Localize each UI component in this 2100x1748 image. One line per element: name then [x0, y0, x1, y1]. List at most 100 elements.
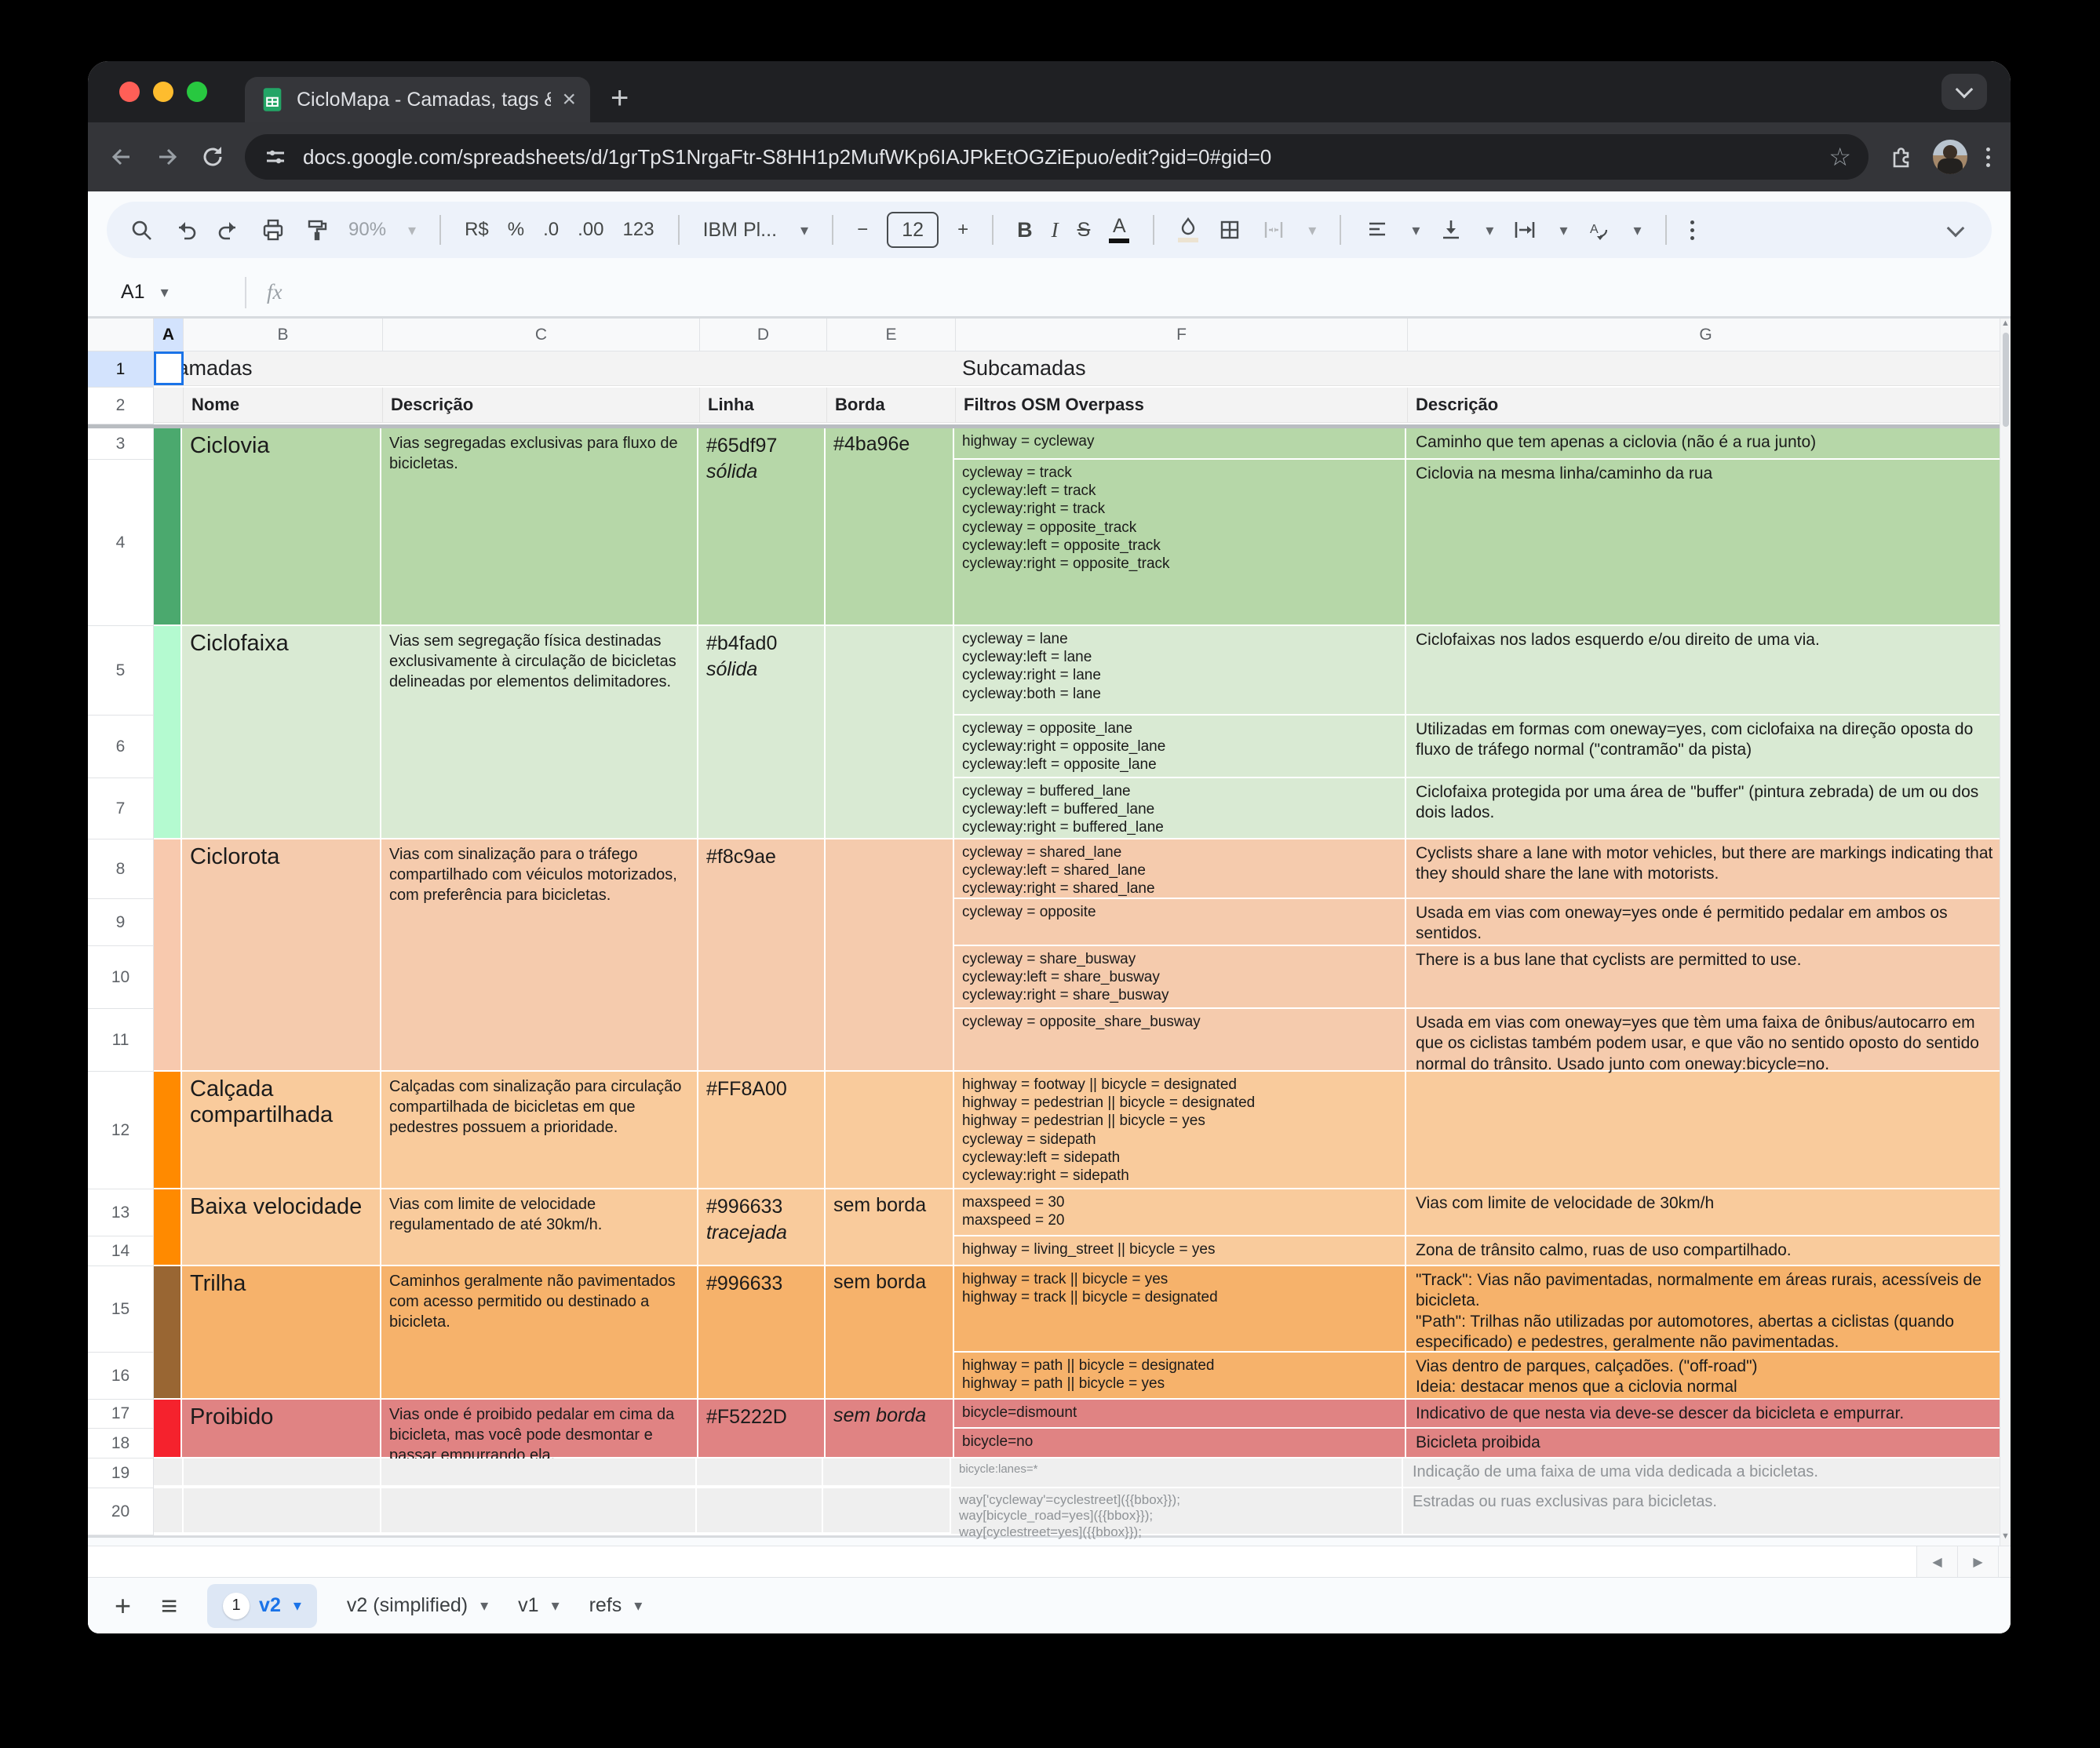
layer-description[interactable]: Caminhos geralmente não pavimentados com…	[381, 1266, 698, 1398]
tab-search-button[interactable]	[1941, 74, 1987, 110]
format-percent-button[interactable]: %	[508, 219, 524, 241]
column-stripe[interactable]	[154, 1400, 182, 1457]
redo-icon[interactable]	[217, 217, 242, 242]
sublayer-description-cell[interactable]: Usada em vias com oneway=yes onde é perm…	[1406, 899, 2000, 945]
sheet-tab-label[interactable]: refs	[589, 1594, 622, 1617]
row-number[interactable]: 9	[88, 899, 154, 946]
line-color-cell[interactable]: #996633tracejada	[698, 1189, 826, 1265]
row-number[interactable]: 10	[88, 946, 154, 1009]
row-number[interactable]: 6	[88, 716, 154, 778]
row-number[interactable]: 12	[88, 1072, 154, 1189]
row-number[interactable]: 18	[88, 1429, 154, 1458]
border-color-cell[interactable]: #4ba96e	[826, 428, 954, 625]
header-cell[interactable]	[154, 388, 184, 423]
column-header-F[interactable]: F	[956, 319, 1408, 351]
bookmark-star-icon[interactable]: ☆	[1828, 142, 1851, 172]
sublayer-description-cell[interactable]: Vias com limite de velocidade de 30km/h	[1406, 1189, 2000, 1235]
row-number[interactable]: 17	[88, 1400, 154, 1429]
sheet-tab-v1[interactable]: v1▾	[518, 1594, 559, 1617]
layer-description[interactable]: Vias sem segregação física destinadas ex…	[381, 626, 698, 838]
column-stripe[interactable]	[154, 626, 182, 838]
increase-decimal-button[interactable]: .00	[578, 219, 603, 241]
print-icon[interactable]	[261, 217, 286, 242]
line-color-cell[interactable]: #b4fad0sólida	[698, 626, 826, 838]
osm-filter-cell[interactable]: cycleway = opposite	[954, 899, 1406, 945]
layer-name[interactable]: Calçada compartilhada	[182, 1072, 381, 1188]
header-cell[interactable]: Filtros OSM Overpass	[956, 388, 1408, 423]
row-number[interactable]: 8	[88, 839, 154, 899]
header-cell[interactable]: Linha	[700, 388, 827, 423]
column-stripe[interactable]	[154, 839, 182, 1070]
undo-icon[interactable]	[173, 217, 198, 242]
back-icon[interactable]	[108, 144, 135, 170]
sublayer-description-cell[interactable]: Estradas ou ruas exclusivas para bicicle…	[1403, 1488, 2000, 1535]
minimize-window-button[interactable]	[153, 82, 173, 102]
row-number[interactable]: 7	[88, 778, 154, 839]
osm-filter-cell[interactable]: highway = living_street || bicycle = yes	[954, 1236, 1406, 1266]
empty-cell[interactable]	[823, 1458, 951, 1487]
decrease-decimal-button[interactable]: .0	[543, 219, 559, 241]
osm-filter-cell[interactable]: cycleway = opposite_lane cycleway:right …	[954, 716, 1406, 777]
sublayer-description-cell[interactable]: Indicação de uma faixa de uma vida dedic…	[1403, 1458, 2000, 1488]
row-number[interactable]: 4	[88, 460, 154, 626]
strikethrough-button[interactable]: S	[1077, 219, 1091, 242]
header-row-camadas[interactable]: CamadasSubcamadas	[154, 351, 2000, 386]
sublayer-description-cell[interactable]	[1406, 1072, 2000, 1189]
empty-cell[interactable]	[184, 1458, 382, 1487]
osm-filter-cell[interactable]: highway = cycleway	[954, 428, 1406, 458]
layer-description[interactable]: Vias com sinalização para o tráfego comp…	[381, 839, 698, 1070]
empty-cell[interactable]	[697, 1488, 823, 1534]
layer-name[interactable]: Ciclovia	[182, 428, 381, 625]
sheet-tab-caret-icon[interactable]: ▾	[293, 1596, 301, 1615]
empty-cell[interactable]	[381, 1488, 697, 1534]
row-number[interactable]: 5	[88, 626, 154, 716]
scroll-right-icon[interactable]: ▶	[1957, 1546, 1998, 1577]
reload-icon[interactable]	[199, 144, 226, 170]
row-number[interactable]: 13	[88, 1189, 154, 1236]
border-color-cell[interactable]: sem borda	[826, 1189, 954, 1265]
osm-filter-cell[interactable]: maxspeed = 30 maxspeed = 20	[954, 1189, 1406, 1235]
forward-icon[interactable]	[154, 144, 180, 170]
fill-color-button[interactable]	[1178, 217, 1198, 242]
format-currency-button[interactable]: R$	[465, 219, 489, 241]
add-sheet-button[interactable]: +	[115, 1592, 131, 1620]
osm-filter-cell[interactable]: way['cycleway'=cyclestreet]({{bbox}}); w…	[951, 1488, 1403, 1535]
empty-cell[interactable]	[184, 1488, 382, 1534]
border-color-cell[interactable]	[826, 626, 954, 838]
sublayer-description-cell[interactable]: Usada em vias com oneway=yes que tèm uma…	[1406, 1009, 2000, 1072]
sublayer-description-cell[interactable]: Utilizadas em formas com oneway=yes, com…	[1406, 716, 2000, 777]
osm-filter-cell[interactable]: bicycle=dismount	[954, 1400, 1406, 1427]
layer-description[interactable]: Calçadas com sinalização para circulação…	[381, 1072, 698, 1188]
osm-filter-cell[interactable]: bicycle=no	[954, 1429, 1406, 1458]
empty-cell[interactable]	[154, 1458, 184, 1487]
sheet-tab-v2[interactable]: 1 v2 ▾	[207, 1584, 317, 1628]
row-number[interactable]: 1	[88, 351, 154, 388]
osm-filter-cell[interactable]: bicycle:lanes=*	[951, 1458, 1403, 1488]
sheet-tab-caret-icon[interactable]: ▾	[634, 1596, 642, 1615]
sheet-tab-label[interactable]: v1	[518, 1594, 538, 1617]
text-color-button[interactable]: A	[1109, 217, 1129, 243]
sublayer-description-cell[interactable]: Zona de trânsito calmo, ruas de uso comp…	[1406, 1236, 2000, 1266]
column-header-B[interactable]: B	[184, 319, 383, 351]
header-cell[interactable]: Descrição	[1408, 388, 2000, 423]
osm-filter-cell[interactable]: highway = track || bicycle = yes highway…	[954, 1266, 1406, 1351]
line-color-cell[interactable]: #f8c9ae	[698, 839, 826, 1070]
sublayer-description-cell[interactable]: Vias dentro de parques, calçadões. ("off…	[1406, 1353, 2000, 1400]
horizontal-scrollbar[interactable]: ◀ ▶	[88, 1546, 2011, 1577]
browser-tab[interactable]: CicloMapa - Camadas, tags & ×	[245, 77, 590, 122]
sublayer-description-cell[interactable]: "Track": Vias não pavimentadas, normalme…	[1406, 1266, 2000, 1351]
paint-format-icon[interactable]	[304, 217, 330, 242]
border-color-cell[interactable]	[826, 839, 954, 1070]
empty-cell[interactable]	[697, 1458, 823, 1487]
osm-filter-cell[interactable]: cycleway = share_busway cycleway:left = …	[954, 946, 1406, 1007]
line-color-cell[interactable]: #65df97sólida	[698, 428, 826, 625]
row-number[interactable]: 19	[88, 1458, 154, 1488]
site-settings-icon[interactable]	[262, 144, 289, 170]
header-cell[interactable]: Nome	[184, 388, 383, 423]
column-header-G[interactable]: G	[1408, 319, 2000, 351]
osm-filter-cell[interactable]: cycleway = shared_lane cycleway:left = s…	[954, 839, 1406, 898]
toolbar-collapse-icon[interactable]	[1947, 220, 1965, 238]
profile-avatar[interactable]	[1933, 140, 1967, 174]
osm-filter-cell[interactable]: cycleway = opposite_share_busway	[954, 1009, 1406, 1072]
sheet-tab-refs[interactable]: refs ▾	[589, 1594, 643, 1617]
